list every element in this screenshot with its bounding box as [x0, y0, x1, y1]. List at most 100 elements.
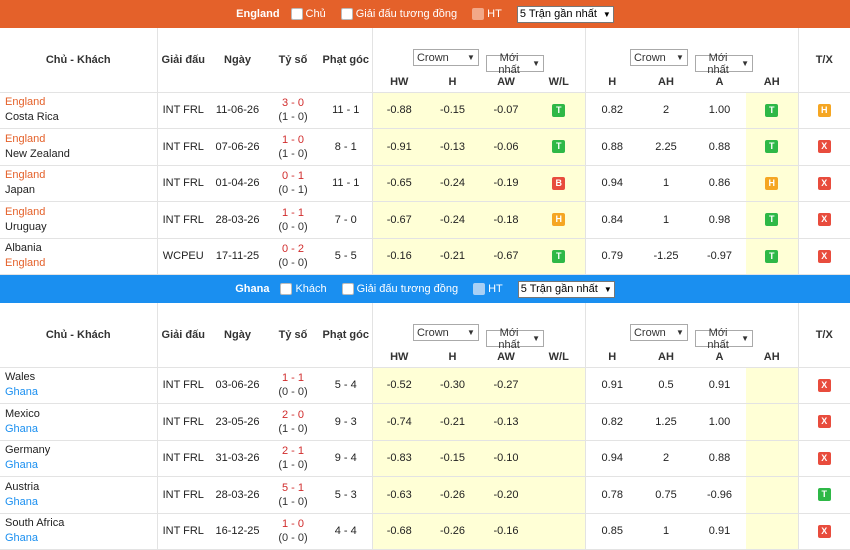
ah-line: -1.25: [639, 238, 693, 275]
col-teams: Chủ - Khách: [0, 303, 158, 368]
halftime-score: (0 - 0): [278, 532, 308, 545]
ah-home-odds: 0.85: [585, 513, 639, 550]
halftime-score: (0 - 0): [278, 257, 308, 270]
away-team[interactable]: England: [5, 256, 157, 271]
win-loss-badge: H: [552, 213, 566, 227]
ah-line: 1.25: [639, 403, 693, 441]
ah-away-odds: -0.97: [693, 238, 746, 275]
odds-hw: -0.88: [372, 92, 426, 129]
col-corner: Phạt góc: [320, 28, 373, 93]
recent-matches-select[interactable]: 5 Trận gần nhất ▼: [516, 5, 614, 23]
ghana-filter-bar: Ghana Khách Giải đấu tương đồng HT 5 Trậ…: [0, 275, 850, 303]
match-row[interactable]: England Costa Rica INT FRL 11-06-26 3 - 0 (1 …: [0, 92, 850, 129]
match-date: 17-11-25: [209, 238, 266, 275]
odds-h: -0.26: [426, 513, 479, 550]
away-team[interactable]: Ghana: [5, 385, 157, 400]
ht-checkbox[interactable]: HT: [472, 8, 502, 20]
match-date: 16-12-25: [209, 513, 266, 550]
over-under-badge: X: [817, 415, 831, 429]
away-team[interactable]: New Zealand: [5, 147, 157, 162]
ah-home-odds: 0.94: [585, 165, 639, 202]
away-only-checkbox[interactable]: Khách: [280, 283, 327, 295]
crown-select-ah[interactable]: Crown ▼: [629, 49, 688, 66]
match-row[interactable]: England New Zealand INT FRL 07-06-26 1 - 0 (1…: [0, 128, 850, 166]
fulltime-score[interactable]: 1 - 1: [266, 206, 320, 220]
away-team[interactable]: Japan: [5, 183, 157, 198]
fulltime-score[interactable]: 1 - 1: [266, 371, 320, 385]
home-team[interactable]: Austria: [5, 480, 157, 495]
home-team[interactable]: England: [5, 95, 157, 110]
ah-away-odds: 0.86: [693, 165, 746, 202]
match-row[interactable]: South Africa Ghana INT FRL 16-12-25 1 - 0 (0 …: [0, 513, 850, 550]
crown-select-ah[interactable]: Crown ▼: [629, 324, 688, 341]
away-team[interactable]: Uruguay: [5, 220, 157, 235]
ht-checkbox[interactable]: HT: [473, 283, 503, 295]
fulltime-score[interactable]: 5 - 1: [266, 481, 320, 495]
latest-select[interactable]: Mới nhất ▼: [486, 327, 545, 351]
crown-select[interactable]: Crown ▼: [412, 324, 479, 341]
latest-select-ah[interactable]: Mới nhất ▼: [695, 52, 754, 76]
odds-aw: -0.19: [479, 165, 533, 202]
match-row[interactable]: Germany Ghana INT FRL 31-03-26 2 - 1 (1 - 0) 9…: [0, 440, 850, 477]
home-team[interactable]: Wales: [5, 370, 157, 385]
home-team[interactable]: Albania: [5, 241, 157, 256]
home-team[interactable]: Germany: [5, 443, 157, 458]
odds-aw: -0.27: [479, 367, 533, 404]
league: INT FRL: [157, 403, 209, 441]
match-row[interactable]: Wales Ghana INT FRL 03-06-26 1 - 1 (0 - 0) 5 -…: [0, 367, 850, 404]
fulltime-score[interactable]: 2 - 0: [266, 408, 320, 422]
home-team[interactable]: England: [5, 205, 157, 220]
fulltime-score[interactable]: 1 - 0: [266, 133, 320, 147]
fulltime-score[interactable]: 1 - 0: [266, 517, 320, 531]
home-team[interactable]: Mexico: [5, 407, 157, 422]
match-row[interactable]: England Uruguay INT FRL 28-03-26 1 - 1 (0 - 0…: [0, 201, 850, 239]
away-team[interactable]: Costa Rica: [5, 110, 157, 125]
latest-select[interactable]: Mới nhất ▼: [486, 52, 545, 76]
recent-matches-select[interactable]: 5 Trận gần nhất ▼: [517, 280, 615, 298]
crown-select[interactable]: Crown ▼: [412, 49, 479, 66]
away-team[interactable]: Ghana: [5, 458, 157, 473]
odds-aw: -0.20: [479, 476, 533, 514]
home-team[interactable]: England: [5, 168, 157, 183]
league: INT FRL: [157, 440, 209, 477]
match-row[interactable]: Austria Ghana INT FRL 28-03-26 5 - 1 (1 - 0) 5…: [0, 476, 850, 514]
away-team[interactable]: Ghana: [5, 422, 157, 437]
odds-h: -0.15: [426, 440, 479, 477]
ah-result-badge: T: [765, 103, 779, 117]
ah-home-odds: 0.78: [585, 476, 639, 514]
match-date: 03-06-26: [209, 367, 266, 404]
match-row[interactable]: Mexico Ghana INT FRL 23-05-26 2 - 0 (1 - 0) 9 …: [0, 403, 850, 441]
halftime-score: (1 - 0): [278, 147, 308, 160]
home-only-checkbox[interactable]: Chủ: [290, 8, 326, 20]
latest-select-ah[interactable]: Mới nhất ▼: [695, 327, 754, 351]
league: INT FRL: [157, 165, 209, 202]
match-date: 31-03-26: [209, 440, 266, 477]
match-row[interactable]: England Japan INT FRL 01-04-26 0 - 1 (0 - 1) 1…: [0, 165, 850, 202]
odds-aw: -0.07: [479, 92, 533, 129]
ah-home-odds: 0.82: [585, 403, 639, 441]
england-section: England Chủ Giải đấu tương đồng HT 5 Trậ…: [0, 0, 850, 275]
away-team[interactable]: Ghana: [5, 531, 157, 546]
col-ah: AH: [639, 347, 693, 368]
home-team[interactable]: England: [5, 132, 157, 147]
corners: 11 - 1: [320, 165, 373, 202]
home-team[interactable]: South Africa: [5, 516, 157, 531]
odds-hw: -0.83: [372, 440, 426, 477]
fulltime-score[interactable]: 0 - 1: [266, 169, 320, 183]
odds-aw: -0.67: [479, 238, 533, 275]
same-league-checkbox[interactable]: Giải đấu tương đồng: [340, 8, 457, 20]
fulltime-score[interactable]: 0 - 2: [266, 242, 320, 256]
ah-result-badge: T: [765, 140, 779, 154]
corners: 8 - 1: [320, 128, 373, 166]
match-row[interactable]: Albania England WCPEU 17-11-25 0 - 2 (0 - 0) 5…: [0, 238, 850, 275]
odds-h: -0.21: [426, 238, 479, 275]
odds-hw: -0.68: [372, 513, 426, 550]
col-h: H: [426, 347, 479, 368]
same-league-checkbox[interactable]: Giải đấu tương đồng: [341, 283, 458, 295]
fulltime-score[interactable]: 2 - 1: [266, 444, 320, 458]
ah-home-odds: 0.84: [585, 201, 639, 239]
chevron-down-icon: ▼: [603, 284, 612, 294]
fulltime-score[interactable]: 3 - 0: [266, 96, 320, 110]
away-team[interactable]: Ghana: [5, 495, 157, 510]
col-corner: Phạt góc: [320, 303, 373, 368]
